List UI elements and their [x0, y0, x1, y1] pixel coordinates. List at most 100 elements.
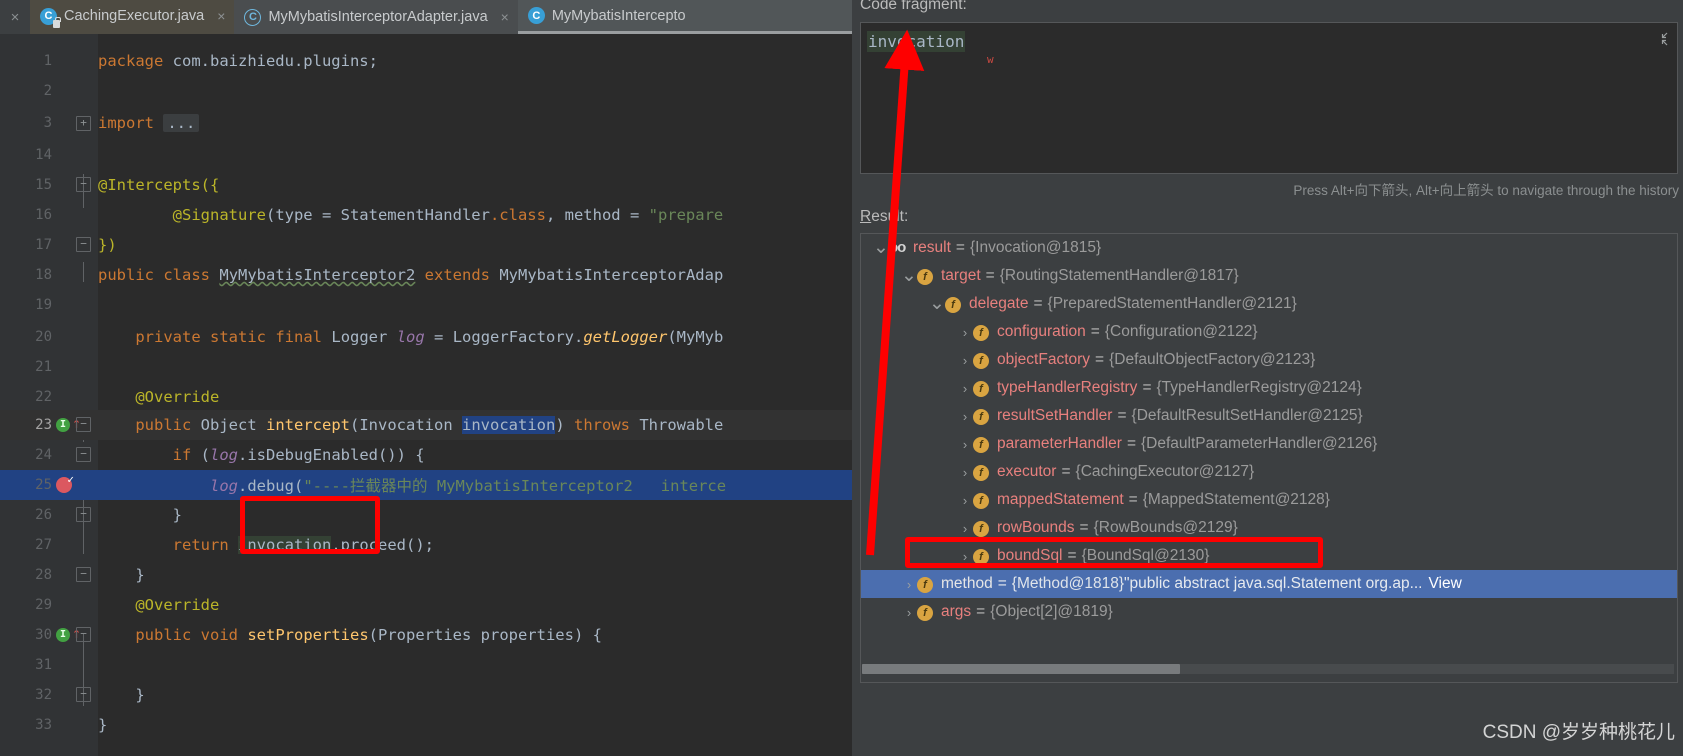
override-method-icon[interactable]: I [56, 628, 70, 642]
code-line-2[interactable]: 2 [0, 76, 852, 106]
equals-sign: = [985, 267, 995, 284]
tab-my-mybatis-interceptor-adapter[interactable]: C MyMybatisInterceptorAdapter.java × [234, 0, 518, 34]
code-line-20[interactable]: 20 private static final Logger log = Log… [0, 322, 852, 352]
code-line-18[interactable]: 18 public class MyMybatisInterceptor2 ex… [0, 260, 852, 290]
close-icon[interactable]: × [217, 8, 225, 24]
code-token-type: Object [200, 416, 257, 434]
code-token-selected-identifier[interactable]: invocation [462, 416, 556, 434]
tree-row-parameterHandler[interactable]: › f parameterHandler = {DefaultParameterHand… [861, 430, 1677, 458]
fold-collapse-icon[interactable]: − [76, 237, 91, 252]
tree-row-delegate[interactable]: ⌄ f delegate = {PreparedStatementHandler@212… [861, 290, 1677, 318]
equals-sign: = [1117, 407, 1127, 424]
tree-row-method[interactable]: › f method = {Method@1818} "public abstract … [861, 570, 1677, 598]
chevron-right-icon[interactable]: › [957, 465, 973, 480]
chevron-down-icon[interactable]: ⌄ [873, 238, 889, 257]
code-token-method: setProperties [247, 626, 369, 644]
code-line-30[interactable]: 30 I ↑ public void setProperties(Propert… [0, 620, 852, 650]
fold-collapse-icon[interactable]: − [76, 627, 91, 642]
code-token-class-name: MyMybatisInterceptor2 [219, 266, 416, 284]
field-icon: f [945, 295, 963, 313]
code-line-32[interactable]: 32 } [0, 680, 852, 710]
code-line-21[interactable]: 21 [0, 352, 852, 382]
chevron-right-icon[interactable]: › [957, 409, 973, 424]
code-line-16[interactable]: 16 @Signature(type = StatementHandler.cl… [0, 200, 852, 230]
chevron-right-icon[interactable]: › [957, 437, 973, 452]
code-line-22[interactable]: 22 @Override [0, 382, 852, 412]
scrollbar-thumb[interactable] [862, 664, 1180, 674]
chevron-right-icon[interactable]: › [901, 605, 917, 620]
code-line-14[interactable]: 14 [0, 140, 852, 170]
error-squiggle-icon: w [987, 53, 994, 66]
result-tree[interactable]: ⌄ oo result = {Invocation@1815} ⌄ f target = {Rou… [860, 233, 1678, 683]
tree-node-value: {DefaultResultSetHandler@2125} [1131, 407, 1363, 424]
code-token: } [135, 566, 145, 584]
code-line-26[interactable]: 26 } [0, 500, 852, 530]
fold-collapse-icon[interactable]: − [76, 567, 91, 582]
override-method-icon[interactable]: I [56, 418, 70, 432]
tree-row-args[interactable]: › f args = {Object[2]@1819} [861, 598, 1677, 626]
folded-imports[interactable]: ... [163, 114, 200, 132]
code-line-31[interactable]: 31 [0, 650, 852, 680]
fold-expand-icon[interactable]: + [76, 116, 91, 131]
code-line-24[interactable]: 24 if (log.isDebugEnabled()) { [0, 440, 852, 470]
field-icon: f [973, 351, 991, 369]
chevron-right-icon[interactable]: › [901, 577, 917, 592]
chevron-right-icon[interactable]: › [957, 381, 973, 396]
code-line-33[interactable]: 33 } [0, 710, 852, 740]
line-number: 24 [35, 447, 52, 463]
tree-row-mappedStatement[interactable]: › f mappedStatement = {MappedStatement@2128} [861, 486, 1677, 514]
close-icon[interactable]: × [501, 9, 509, 25]
chevron-down-icon[interactable]: ⌄ [929, 294, 945, 313]
code-token-annotation: @Intercepts({ [98, 176, 220, 194]
code-line-23[interactable]: 23 I ↑ public Object intercept(Invocatio… [0, 410, 852, 440]
code-line-19[interactable]: 19 [0, 290, 852, 320]
close-all-tabs-icon[interactable]: × [0, 0, 30, 34]
collapse-arrows-icon[interactable] [1653, 31, 1669, 47]
tab-my-mybatis-interceptor2[interactable]: C MyMybatisIntercepto [517, 0, 852, 34]
code-line-28[interactable]: 28 } [0, 560, 852, 590]
line-number: 1 [43, 53, 52, 69]
tree-row-resultSetHandler[interactable]: › f resultSetHandler = {DefaultResultSetHand… [861, 402, 1677, 430]
view-link[interactable]: View [1428, 575, 1461, 593]
code-line-29[interactable]: 29 @Override [0, 590, 852, 620]
code-area[interactable]: 1 package com.baizhiedu.plugins; 2 3 imp… [0, 34, 852, 756]
chevron-right-icon[interactable]: › [957, 493, 973, 508]
chevron-right-icon[interactable]: › [957, 325, 973, 340]
code-line-3[interactable]: 3 import ... [0, 108, 852, 138]
field-icon: f [973, 463, 991, 481]
tree-node-value: {PreparedStatementHandler@2121} [1047, 295, 1297, 312]
code-line-1[interactable]: 1 package com.baizhiedu.plugins; [0, 46, 852, 76]
code-fragment-value[interactable]: invocation [867, 31, 966, 52]
equals-sign: = [1142, 379, 1152, 396]
tree-row-configuration[interactable]: › f configuration = {Configuration@2122} [861, 318, 1677, 346]
code-fragment-input[interactable]: invocation w [860, 22, 1678, 174]
tab-caching-executor[interactable]: C CachingExecutor.java × [30, 0, 235, 34]
chevron-right-icon[interactable]: › [957, 521, 973, 536]
code-line-25[interactable]: 25 log.debug("----拦截器中的 MyMybatisInterce… [0, 470, 852, 500]
tree-row-executor[interactable]: › f executor = {CachingExecutor@2127} [861, 458, 1677, 486]
field-icon: f [917, 267, 935, 285]
gutter-markers-25[interactable] [56, 470, 96, 500]
chevron-down-icon[interactable]: ⌄ [901, 266, 917, 285]
fold-collapse-icon[interactable]: − [76, 447, 91, 462]
tree-row-target[interactable]: ⌄ f target = {RoutingStatementHandler@1817} [861, 262, 1677, 290]
breakpoint-verified-icon[interactable] [56, 473, 74, 493]
fold-collapse-icon[interactable]: − [76, 417, 91, 432]
tree-row-result[interactable]: ⌄ oo result = {Invocation@1815} [861, 234, 1677, 262]
chevron-right-icon[interactable]: › [957, 353, 973, 368]
fold-collapse-icon[interactable]: − [76, 687, 91, 702]
code-line-15[interactable]: 15 @Intercepts({ [0, 170, 852, 200]
line-number: 19 [35, 297, 52, 313]
code-line-17[interactable]: 17 }) [0, 230, 852, 260]
tree-row-typeHandlerRegistry[interactable]: › f typeHandlerRegistry = {TypeHandlerRegist… [861, 374, 1677, 402]
fold-collapse-icon[interactable]: − [76, 507, 91, 522]
code-token-annotation: }) [98, 236, 117, 254]
horizontal-scrollbar[interactable] [862, 664, 1674, 674]
code-line-27[interactable]: 27 return invocation.proceed(); [0, 530, 852, 560]
line-number: 27 [35, 537, 52, 553]
code-token-field: log [210, 446, 238, 464]
code-token: com.baizhiedu.plugins; [163, 52, 378, 70]
equals-sign: = [976, 603, 986, 620]
tree-row-objectFactory[interactable]: › f objectFactory = {DefaultObjectFactory@21… [861, 346, 1677, 374]
fold-collapse-icon[interactable]: − [76, 177, 91, 192]
